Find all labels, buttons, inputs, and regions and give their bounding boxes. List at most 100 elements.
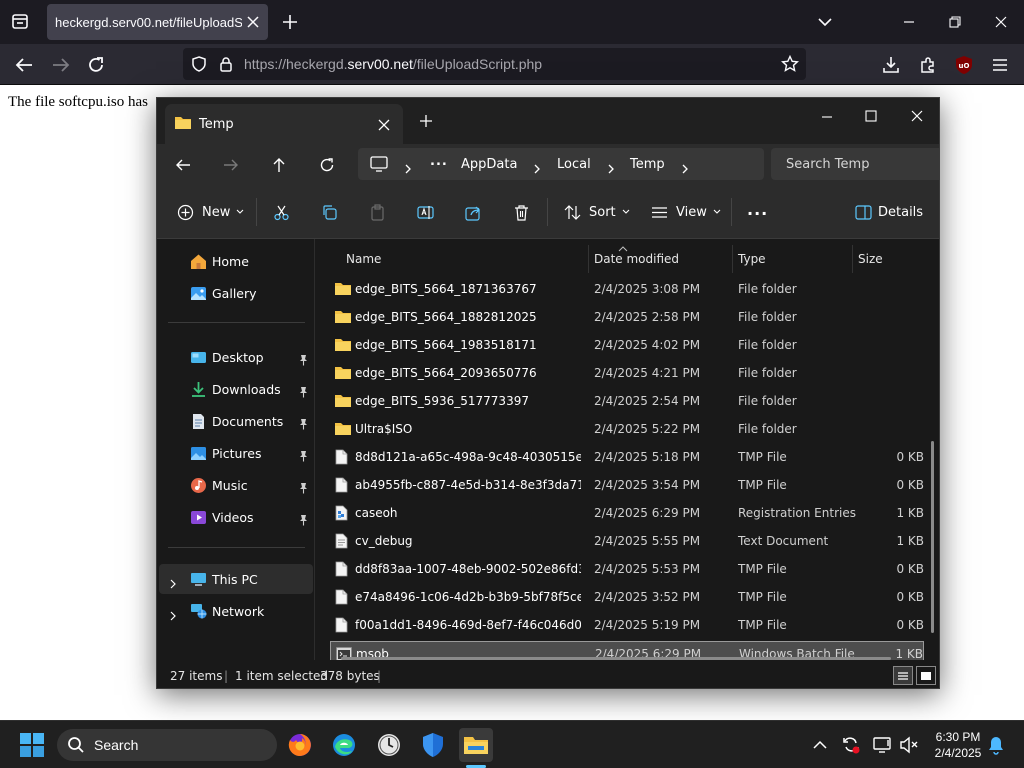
close-window-icon[interactable]: [909, 108, 925, 124]
column-header-size[interactable]: Size: [858, 252, 883, 266]
nav-item-downloads[interactable]: Downloads: [159, 374, 313, 404]
tracking-protection-shield-icon[interactable]: [191, 56, 207, 77]
browser-tab[interactable]: heckergd.serv00.net/fileUploadScript.php: [47, 4, 268, 40]
details-view-icon[interactable]: [893, 666, 913, 685]
bookmark-star-icon[interactable]: [780, 54, 800, 78]
share-icon[interactable]: [465, 200, 482, 224]
file-row[interactable]: Ultra$ISO 2/4/2025 5:22 PM File folder: [330, 417, 924, 441]
refresh-icon[interactable]: [319, 157, 335, 173]
delete-icon[interactable]: [513, 200, 530, 224]
expand-chevron-icon[interactable]: [169, 574, 178, 589]
breadcrumb-temp[interactable]: Temp: [630, 157, 665, 172]
url-bar[interactable]: https://heckergd.serv00.net/fileUploadSc…: [183, 48, 806, 80]
minimize-icon[interactable]: [819, 108, 835, 124]
back-arrow-icon[interactable]: [11, 52, 37, 78]
ublock-origin-icon[interactable]: uO: [951, 52, 977, 78]
network-monitor-icon[interactable]: [873, 735, 893, 755]
pin-icon[interactable]: [298, 479, 309, 494]
chevron-right-icon[interactable]: [403, 159, 413, 174]
nav-item-this-pc[interactable]: This PC: [159, 564, 313, 594]
close-tab-icon[interactable]: [244, 13, 262, 31]
firefox-icon[interactable]: [283, 728, 317, 762]
file-row[interactable]: edge_BITS_5664_1871363767 2/4/2025 3:08 P…: [330, 277, 924, 301]
pin-icon[interactable]: [298, 415, 309, 430]
new-tab-icon[interactable]: [278, 10, 302, 34]
column-divider[interactable]: [588, 245, 589, 273]
breadcrumb-appdata[interactable]: AppData: [461, 157, 517, 172]
lock-icon[interactable]: [219, 56, 233, 77]
file-row[interactable]: edge_BITS_5936_517773397 2/4/2025 2:54 PM…: [330, 389, 924, 413]
restore-icon[interactable]: [943, 10, 967, 34]
forward-arrow-icon[interactable]: [48, 52, 74, 78]
nav-item-videos[interactable]: Videos: [159, 502, 313, 532]
tab-overflow-chevron-icon[interactable]: [813, 10, 837, 34]
new-button[interactable]: New: [177, 200, 244, 224]
file-row[interactable]: ab4955fb-c887-4e5d-b314-8e3f3da71171....…: [330, 473, 924, 497]
chevron-right-icon[interactable]: [680, 159, 690, 174]
windows-start-icon[interactable]: [20, 733, 44, 757]
new-tab-icon[interactable]: [419, 113, 433, 127]
system-clock[interactable]: 6:30 PM 2/4/2025: [928, 729, 988, 761]
notification-bell-icon[interactable]: [986, 735, 1006, 755]
nav-item-home[interactable]: Home: [159, 246, 313, 276]
minimize-icon[interactable]: [897, 10, 921, 34]
file-explorer-taskbar-icon[interactable]: [459, 728, 493, 762]
chevron-right-icon[interactable]: [532, 159, 542, 174]
close-tab-icon[interactable]: [377, 117, 391, 131]
vertical-scrollbar[interactable]: [931, 441, 934, 633]
nav-item-desktop[interactable]: Desktop: [159, 342, 313, 372]
paste-icon[interactable]: [369, 200, 386, 224]
expand-chevron-icon[interactable]: [169, 606, 178, 621]
column-header-name[interactable]: Name: [346, 252, 381, 266]
extensions-puzzle-icon[interactable]: [915, 52, 941, 78]
details-button[interactable]: Details: [855, 200, 923, 224]
clock-app-icon[interactable]: [372, 728, 406, 762]
pin-icon[interactable]: [298, 351, 309, 366]
file-row[interactable]: 8d8d121a-a65c-498a-9c48-4030515e6701....…: [330, 445, 924, 469]
windows-security-shield-icon[interactable]: [416, 728, 450, 762]
edge-icon[interactable]: [327, 728, 361, 762]
file-row[interactable]: caseoh 2/4/2025 6:29 PM Registration Entri…: [330, 501, 924, 525]
file-row[interactable]: dd8f83aa-1007-48eb-9002-502e86fd3434....…: [330, 557, 924, 581]
copy-icon[interactable]: [321, 200, 338, 224]
pin-icon[interactable]: [298, 511, 309, 526]
file-row[interactable]: cv_debug 2/4/2025 5:55 PM Text Document 1 K…: [330, 529, 924, 553]
column-divider[interactable]: [732, 245, 733, 273]
column-divider[interactable]: [852, 245, 853, 273]
breadcrumb[interactable]: ... AppData Local Temp: [358, 148, 764, 180]
monitor-icon[interactable]: [370, 156, 388, 176]
back-arrow-icon[interactable]: [175, 157, 191, 173]
hamburger-menu-icon[interactable]: [987, 52, 1013, 78]
cut-icon[interactable]: [273, 200, 290, 224]
sort-button[interactable]: Sort: [564, 200, 630, 224]
file-row[interactable]: edge_BITS_5664_2093650776 2/4/2025 4:21 P…: [330, 361, 924, 385]
forward-arrow-icon[interactable]: [223, 157, 239, 173]
downloads-icon[interactable]: [878, 52, 904, 78]
column-header-type[interactable]: Type: [738, 252, 766, 266]
chevron-right-icon[interactable]: [606, 159, 616, 174]
sync-alert-icon[interactable]: [841, 735, 861, 755]
nav-item-pictures[interactable]: Pictures: [159, 438, 313, 468]
nav-item-music[interactable]: Music: [159, 470, 313, 500]
nav-item-gallery[interactable]: Gallery: [159, 278, 313, 308]
pin-icon[interactable]: [298, 447, 309, 462]
breadcrumb-local[interactable]: Local: [557, 157, 591, 172]
speaker-muted-icon[interactable]: [899, 735, 919, 755]
maximize-icon[interactable]: [863, 108, 879, 124]
pin-icon[interactable]: [298, 383, 309, 398]
list-all-tabs-icon[interactable]: [8, 11, 32, 33]
nav-item-network[interactable]: Network: [159, 596, 313, 626]
explorer-tab[interactable]: Temp: [165, 104, 403, 144]
file-row[interactable]: edge_BITS_5664_1882812025 2/4/2025 2:58 P…: [330, 305, 924, 329]
file-row[interactable]: f00a1dd1-8496-469d-8ef7-f46c046d0efe.t..…: [330, 613, 924, 637]
rename-icon[interactable]: [417, 200, 434, 224]
show-hidden-icons-chevron-icon[interactable]: [810, 735, 830, 755]
taskbar-search-input[interactable]: Search: [57, 729, 277, 761]
close-window-icon[interactable]: [989, 10, 1013, 34]
search-input[interactable]: Search Temp: [771, 148, 939, 180]
breadcrumb-overflow[interactable]: ...: [430, 154, 448, 169]
reload-icon[interactable]: [83, 52, 109, 78]
large-icons-view-icon[interactable]: [916, 666, 936, 685]
file-row[interactable]: e74a8496-1c06-4d2b-b3b9-5bf78f5cec7e....…: [330, 585, 924, 609]
nav-item-documents[interactable]: Documents: [159, 406, 313, 436]
